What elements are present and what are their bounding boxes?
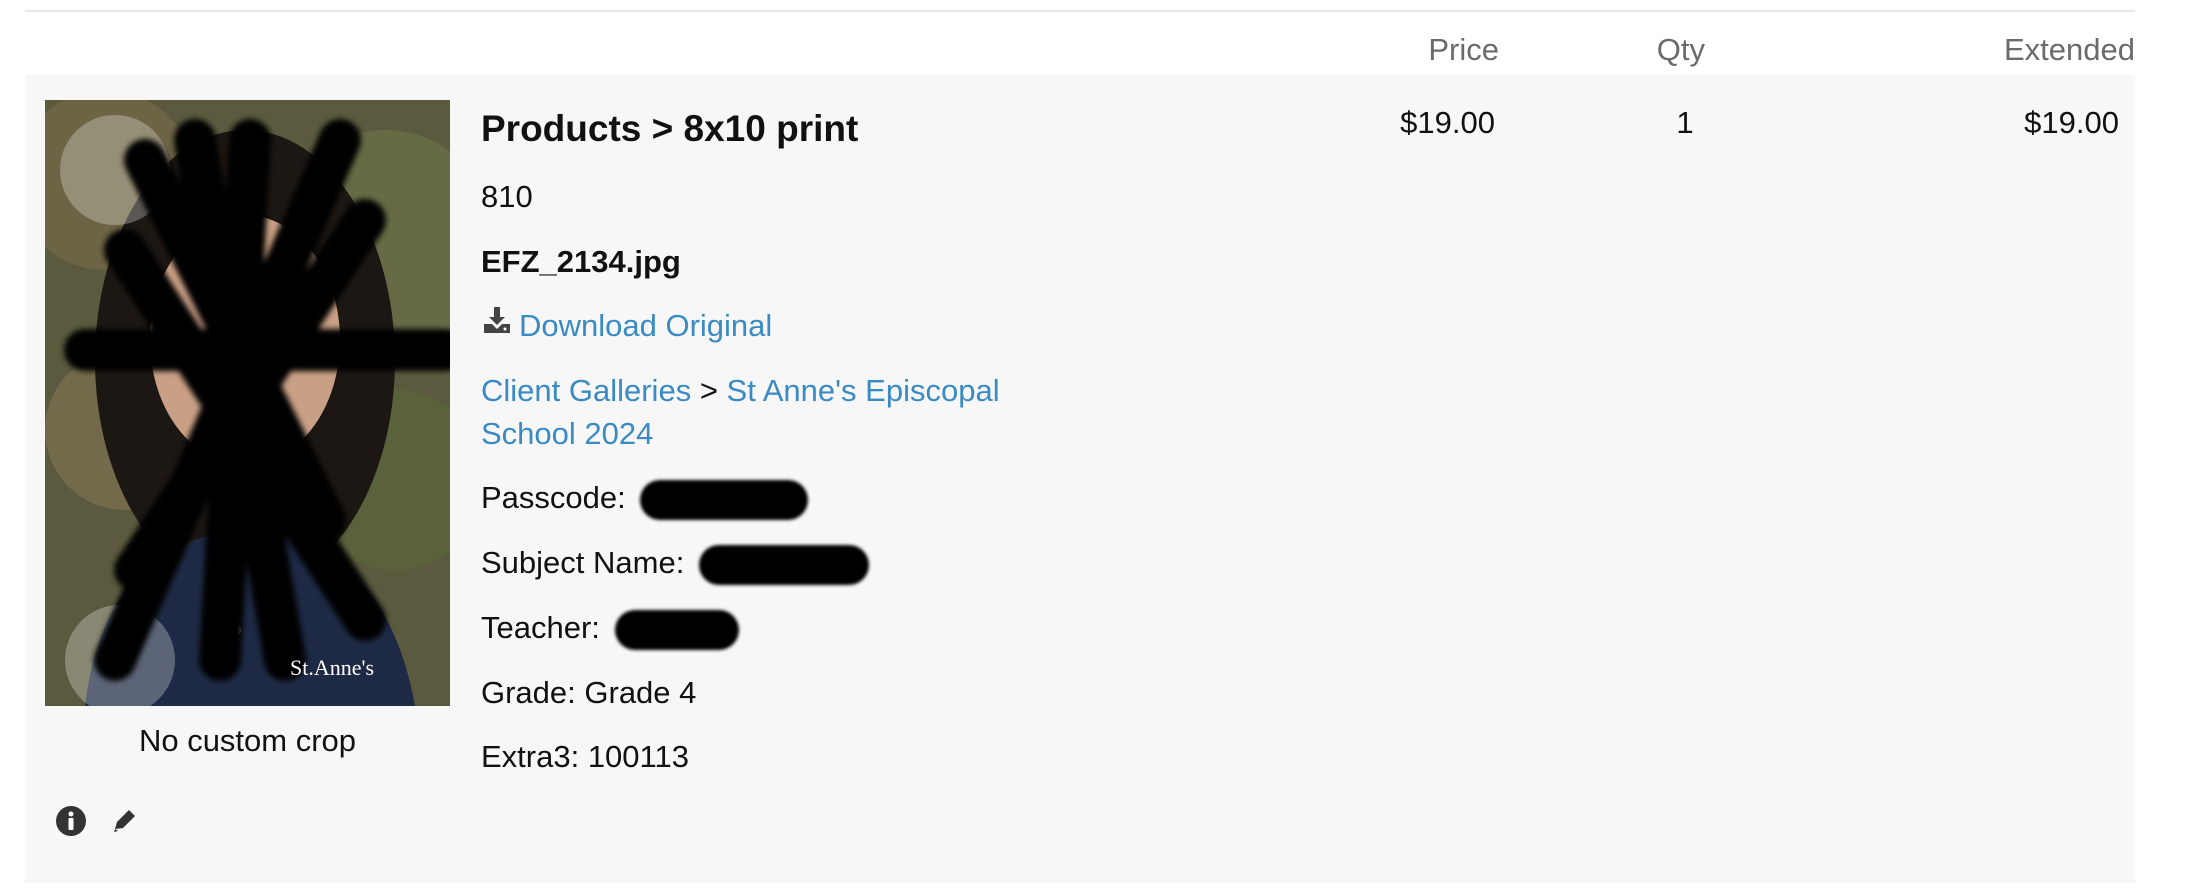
cart-line-item: St.Anne's No custom crop Products > 8x10… — [25, 75, 2135, 883]
grade-field: Grade: Grade 4 — [481, 674, 697, 710]
passcode-redaction — [640, 480, 809, 521]
pencil-icon[interactable] — [109, 805, 141, 837]
download-icon[interactable] — [481, 304, 513, 347]
top-divider — [25, 10, 2135, 12]
item-details: Products > 8x10 print 810 EFZ_2134.jpg D… — [481, 107, 1101, 800]
product-title: Products > 8x10 print — [481, 108, 859, 149]
item-extended: $19.00 — [2024, 105, 2119, 140]
qty-column-header: Qty — [1656, 32, 1705, 67]
extended-column-header: Extended — [2004, 32, 2135, 67]
passcode-field: Passcode: — [481, 476, 1101, 521]
price-column-header: Price — [1428, 32, 1499, 67]
teacher-field: Teacher: — [481, 606, 1101, 650]
gallery-breadcrumb: Client Galleries > St Anne's Episcopal S… — [481, 369, 1101, 456]
thumbnail-badge: St.Anne's — [290, 655, 374, 680]
thumbnail-image: St.Anne's — [45, 100, 450, 706]
passcode-label: Passcode: — [481, 480, 626, 516]
breadcrumb-separator: > — [691, 372, 727, 408]
subject-name-redaction — [698, 544, 869, 585]
extra3-field: Extra3: 100113 — [481, 739, 689, 775]
file-name: EFZ_2134.jpg — [481, 243, 681, 279]
crop-status: No custom crop — [138, 723, 357, 758]
teacher-redaction — [614, 609, 739, 650]
subject-name-field: Subject Name: — [481, 541, 1101, 585]
info-icon[interactable] — [55, 805, 87, 837]
subject-name-label: Subject Name: — [481, 545, 685, 581]
download-original-row: Download Original — [481, 304, 1101, 347]
teacher-label: Teacher: — [481, 609, 600, 645]
product-thumbnail[interactable]: St.Anne's — [45, 100, 450, 706]
download-original-link[interactable]: Download Original — [519, 304, 772, 347]
item-qty: 1 — [1676, 105, 1694, 140]
breadcrumb-client-galleries[interactable]: Client Galleries — [481, 373, 691, 408]
product-code: 810 — [481, 179, 533, 215]
cart-table-header: Price Qty Extended — [25, 26, 2135, 74]
item-price: $19.00 — [1400, 105, 1495, 140]
